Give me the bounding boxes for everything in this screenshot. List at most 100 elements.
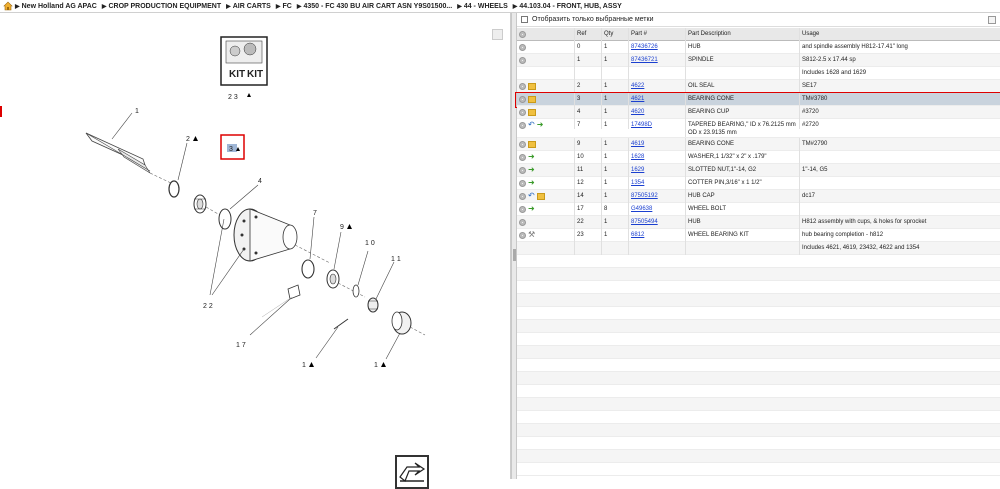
header-qty[interactable]: Qty [601,27,628,41]
kit-icon[interactable] [528,82,536,90]
info-icon[interactable] [519,166,526,174]
info-icon[interactable] [519,205,526,213]
table-row[interactable]: 4 1 4620 BEARING CUP #3720 [517,105,1000,119]
info-icon[interactable] [519,192,526,200]
kit-icon[interactable] [528,95,536,103]
part-number-link[interactable]: 17498D [631,122,652,128]
part-number-link[interactable]: 4619 [631,141,644,147]
oil-seal-part[interactable] [168,180,180,198]
callout-label[interactable]: 1 7 [236,342,246,349]
info-icon[interactable] [519,95,526,103]
table-row[interactable]: 2 1 4622 OIL SEAL SE17 [517,79,1000,93]
part-number-link[interactable]: 4622 [631,83,644,89]
callout-label[interactable]: 4 [258,178,262,185]
kit-icon[interactable] [536,192,545,200]
washer-part[interactable] [352,284,360,298]
info-icon[interactable] [519,56,526,64]
breadcrumb-item[interactable]: ▶ CROP PRODUCTION EQUIPMENT [102,3,221,10]
breadcrumb-item[interactable]: ▶ 44.103.04 - FRONT, HUB, ASSY [513,3,622,10]
info-icon[interactable] [519,108,526,116]
undo-arrow-icon[interactable]: ↶ [528,192,535,200]
part-number-link[interactable]: 1628 [631,154,644,160]
bearing-cone-part[interactable] [193,194,207,214]
info-icon[interactable] [519,153,526,161]
table-row[interactable]: 22 1 87505494 HUB H812 assembly with cups, &… [517,215,1000,229]
table-row[interactable]: ➜ 11 1 1629 SLOTTED NUT,1"-14, G2 1"-14, G5 [517,163,1000,177]
callout-label[interactable]: 7 [313,210,317,217]
home-icon[interactable] [3,1,13,11]
callout-label[interactable]: 2 2 [203,303,213,310]
header-usage[interactable]: Usage [799,27,999,41]
part-number-link[interactable]: 6812 [631,232,644,238]
breadcrumb-item[interactable]: ▶ New Holland AG APAC [15,3,97,10]
part-number-link[interactable]: 1354 [631,180,644,186]
kit-icon[interactable]: KIT KIT [220,36,268,86]
table-row[interactable]: ➜ 17 8 G49638 WHEEL BOLT [517,202,1000,216]
header-desc[interactable]: Part Description [685,27,799,41]
hub-cap-part[interactable] [391,311,412,335]
callout-label[interactable]: 9 [340,224,344,231]
part-number-link[interactable]: 87505494 [631,219,658,225]
part-number-link[interactable]: 87436721 [631,57,658,63]
hub-part[interactable] [233,208,298,262]
next-page-button[interactable] [395,455,429,489]
part-number-link[interactable]: 87436726 [631,44,658,50]
spindle-part[interactable] [85,132,176,186]
settings-icon[interactable] [519,30,526,38]
breadcrumb-item[interactable]: ▶ FC [276,3,292,10]
part-number-link[interactable]: 1629 [631,167,644,173]
table-row[interactable]: Includes 1628 and 1629 [517,66,1000,80]
info-icon[interactable] [519,43,526,51]
header-part[interactable]: Part # [628,27,685,41]
table-row[interactable]: 9 1 4619 BEARING CONE TM#2790 [517,137,1000,151]
info-icon[interactable] [519,179,526,187]
table-row[interactable]: ➜ 10 1 1628 WASHER,1 1/32" x 2" x .179" [517,150,1000,164]
breadcrumb-item[interactable]: ▶ AIR CARTS [226,3,271,10]
breadcrumb-item[interactable]: ▶ 4350 - FC 430 BU AIR CART ASN Y9S01500.… [297,3,452,10]
part-number-link[interactable]: 87505192 [631,193,658,199]
replace-arrow-icon[interactable]: ➜ [537,121,544,129]
part-number-link[interactable]: G49638 [631,206,652,212]
undo-arrow-icon[interactable]: ↶ [528,121,535,129]
info-icon[interactable] [519,218,526,226]
callout-label[interactable]: 1 [374,362,378,369]
kit-callout[interactable]: 2 3 [228,94,238,101]
callout-label[interactable]: 2 [186,136,190,143]
callout-label[interactable]: 1 [302,362,306,369]
wheel-bolt-part[interactable] [261,284,301,318]
replace-arrow-icon[interactable]: ➜ [528,205,535,213]
callout-label[interactable]: 1 0 [365,240,375,247]
kit-icon[interactable] [528,140,536,148]
part-number-link[interactable]: 4621 [631,96,644,102]
info-icon[interactable] [519,82,526,90]
header-ref[interactable]: Ref [574,27,601,41]
kit-icon[interactable] [528,108,536,116]
info-icon[interactable] [519,140,526,148]
info-icon[interactable] [519,121,526,129]
part-number-link[interactable]: 4620 [631,109,644,115]
splitter-grip[interactable] [513,249,516,261]
table-row[interactable]: ➜ 12 1 1354 COTTER PIN,3/16" x 1 1/2" [517,176,1000,190]
breadcrumb-item[interactable]: ▶ 44 - WHEELS [457,3,508,10]
bearing-cup-part[interactable] [218,208,232,230]
tapered-bearing-part[interactable] [301,259,315,279]
wrench-icon[interactable]: ⚒ [528,231,535,239]
info-icon[interactable] [519,231,526,239]
table-row[interactable]: ⚒ 23 1 6812 WHEEL BEARING KIT hub bearing com… [517,228,1000,242]
bearing-cone-9-part[interactable] [326,269,340,289]
table-row[interactable]: 3 1 4621 BEARING CONE TM#3780 [515,92,1000,108]
replace-arrow-icon[interactable]: ➜ [528,166,535,174]
expand-icon[interactable] [988,16,996,24]
cotter-pin-part[interactable] [333,318,349,330]
table-row[interactable]: 1 1 87436721 SPINDLE S812-2.5 x 17.44 sp [517,53,1000,67]
table-row[interactable]: Includes 4621, 4619, 23432, 4622 and 135… [517,241,1000,255]
callout-label[interactable]: 1 [135,108,139,115]
filter-checkbox[interactable] [521,16,528,23]
replace-arrow-icon[interactable]: ➜ [528,153,535,161]
table-row[interactable]: ↶ ➜ 7 1 17498D TAPERED BEARING," ID x 76.2125… [517,119,1000,138]
replace-arrow-icon[interactable]: ➜ [528,179,535,187]
callout-label[interactable]: 1 1 [391,256,401,263]
table-row[interactable]: ↶ 14 1 87505192 HUB CAP dc17 [517,189,1000,203]
table-row[interactable]: 0 1 87436726 HUB and spindle assembly H812-1… [517,40,1000,54]
slotted-nut-part[interactable] [367,297,379,313]
